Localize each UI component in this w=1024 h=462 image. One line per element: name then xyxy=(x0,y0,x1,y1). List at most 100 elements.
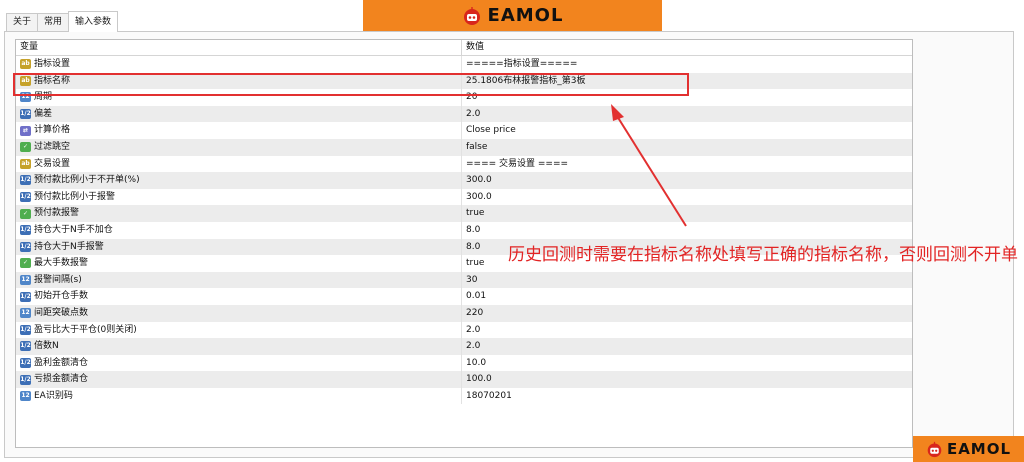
parameter-name: 持仓大于N手报警 xyxy=(34,241,104,252)
string-type-icon: ab xyxy=(20,59,31,70)
brand-watermark: EAMOL xyxy=(913,436,1024,462)
double-type-icon: 1/2 xyxy=(20,175,31,186)
brand-banner: EAMOL xyxy=(363,0,662,31)
parameter-value[interactable]: 300.0 xyxy=(462,189,912,206)
parameter-variable-cell: 12 EA识别码 xyxy=(16,387,462,405)
parameter-row[interactable]: 1/2 亏损金额清仓 100.0 xyxy=(16,371,912,388)
parameter-name: 预付款报警 xyxy=(34,208,80,219)
tab-bar: 关于 常用 输入参数 xyxy=(6,11,119,32)
parameter-row[interactable]: 1/2 持仓大于N手不加仓 8.0 xyxy=(16,221,912,239)
parameter-row[interactable]: 1/2 预付款比例小于报警 300.0 xyxy=(16,188,912,206)
parameter-name: 持仓大于N手不加仓 xyxy=(34,224,113,235)
parameter-variable-cell: 12 间距突破点数 xyxy=(16,304,462,322)
parameter-value[interactable]: true xyxy=(462,205,912,222)
annotation-text: 历史回测时需要在指标名称处填写正确的指标名称，否则回测不开单 xyxy=(508,245,1018,265)
highlight-box xyxy=(13,73,689,96)
parameter-row[interactable]: ✓ 预付款报警 true xyxy=(16,205,912,222)
enum-type-icon: ⇄ xyxy=(20,125,31,136)
parameter-row[interactable]: 1/2 盈亏比大于平仓(0则关闭) 2.0 xyxy=(16,321,912,339)
parameter-name: EA识别码 xyxy=(34,390,73,401)
double-type-icon: 1/2 xyxy=(20,225,31,236)
parameter-variable-cell: 1/2 盈利金额清仓 xyxy=(16,354,462,372)
parameter-name: 初始开仓手数 xyxy=(34,291,89,302)
parameter-value[interactable]: 0.01 xyxy=(462,288,912,305)
parameter-value[interactable]: 2.0 xyxy=(462,338,912,355)
brand-logo-text: EAMOL xyxy=(487,5,564,26)
parameter-value[interactable]: Close price xyxy=(462,122,912,139)
parameter-row[interactable]: ab 指标设置 =====指标设置===== xyxy=(16,56,912,73)
parameter-variable-cell: 1/2 偏差 xyxy=(16,105,462,123)
parameter-name: 计算价格 xyxy=(34,125,71,136)
parameter-variable-cell: 1/2 亏损金额清仓 xyxy=(16,371,462,388)
double-type-icon: 1/2 xyxy=(20,241,31,252)
tab-common[interactable]: 常用 xyxy=(37,13,70,31)
parameter-value[interactable]: 220 xyxy=(462,305,912,322)
tab-about[interactable]: 关于 xyxy=(6,13,39,31)
integer-type-icon: 12 xyxy=(20,275,31,286)
integer-type-icon: 12 xyxy=(20,308,31,319)
column-header-variable[interactable]: 变量 xyxy=(16,40,462,55)
parameter-row[interactable]: 1/2 预付款比例小于不开单(%) 300.0 xyxy=(16,172,912,189)
parameter-variable-cell: ab 交易设置 xyxy=(16,155,462,173)
parameter-value[interactable]: 30 xyxy=(462,272,912,289)
column-header-value[interactable]: 数值 xyxy=(462,40,912,55)
integer-type-icon: 12 xyxy=(20,391,31,402)
parameter-variable-cell: 1/2 持仓大于N手不加仓 xyxy=(16,221,462,239)
tab-inputs[interactable]: 输入参数 xyxy=(68,11,119,32)
parameter-value[interactable]: 2.0 xyxy=(462,106,912,123)
parameter-value[interactable]: 2.0 xyxy=(462,322,912,339)
double-type-icon: 1/2 xyxy=(20,341,31,352)
parameter-name: 亏损金额清仓 xyxy=(34,374,89,385)
parameter-row[interactable]: 12 EA识别码 18070201 xyxy=(16,387,912,405)
parameter-name: 指标设置 xyxy=(34,59,71,69)
robot-logo-icon xyxy=(926,441,943,458)
parameter-variable-cell: 12 报警间隔(s) xyxy=(16,271,462,289)
parameter-variable-cell: 1/2 倍数N xyxy=(16,338,462,355)
parameter-name: 间距突破点数 xyxy=(34,307,89,318)
parameter-variable-cell: ✓ 过滤跳空 xyxy=(16,138,462,156)
parameter-variable-cell: 1/2 持仓大于N手报警 xyxy=(16,238,462,256)
parameter-name: 偏差 xyxy=(34,108,53,119)
parameter-variable-cell: ✓ 预付款报警 xyxy=(16,205,462,222)
grid-header: 变量 数值 xyxy=(16,40,912,56)
parameter-row[interactable]: ✓ 过滤跳空 false xyxy=(16,138,912,156)
parameter-value[interactable]: 300.0 xyxy=(462,172,912,189)
bool-type-icon: ✓ xyxy=(20,258,31,269)
parameter-name: 最大手数报警 xyxy=(34,258,89,269)
parameter-rows: ab 指标设置 =====指标设置===== ab 指标名称 25.1806布林报警指标_… xyxy=(16,56,912,405)
parameter-value[interactable]: 10.0 xyxy=(462,355,912,372)
parameter-name: 预付款比例小于不开单(%) xyxy=(34,175,140,186)
parameter-value[interactable]: =====指标设置===== xyxy=(462,56,912,73)
robot-logo-icon xyxy=(462,6,482,26)
parameter-row[interactable]: 1/2 倍数N 2.0 xyxy=(16,338,912,355)
parameter-row[interactable]: 1/2 盈利金额清仓 10.0 xyxy=(16,354,912,372)
parameter-variable-cell: 1/2 盈亏比大于平仓(0则关闭) xyxy=(16,321,462,339)
double-type-icon: 1/2 xyxy=(20,192,31,203)
parameter-row[interactable]: ab 交易设置 ==== 交易设置 ==== xyxy=(16,155,912,173)
double-type-icon: 1/2 xyxy=(20,357,31,368)
parameter-name: 倍数N xyxy=(34,341,59,352)
parameter-variable-cell: 1/2 预付款比例小于不开单(%) xyxy=(16,172,462,189)
parameter-value[interactable]: 8.0 xyxy=(462,222,912,239)
parameter-row[interactable]: 1/2 偏差 2.0 xyxy=(16,105,912,123)
parameter-value[interactable]: ==== 交易设置 ==== xyxy=(462,156,912,173)
parameter-value[interactable]: 100.0 xyxy=(462,371,912,388)
parameter-variable-cell: 1/2 初始开仓手数 xyxy=(16,288,462,305)
bool-type-icon: ✓ xyxy=(20,208,31,219)
string-type-icon: ab xyxy=(20,158,31,169)
parameter-name: 过滤跳空 xyxy=(34,141,71,152)
parameter-variable-cell: ⇄ 计算价格 xyxy=(16,122,462,139)
parameter-name: 盈利金额清仓 xyxy=(34,357,89,368)
parameter-value[interactable]: false xyxy=(462,139,912,156)
double-type-icon: 1/2 xyxy=(20,109,31,120)
parameter-name: 交易设置 xyxy=(34,158,71,169)
parameter-variable-cell: ab 指标设置 xyxy=(16,56,462,73)
parameter-variable-cell: ✓ 最大手数报警 xyxy=(16,255,462,272)
parameter-row[interactable]: 1/2 初始开仓手数 0.01 xyxy=(16,288,912,305)
parameter-row[interactable]: 12 报警间隔(s) 30 xyxy=(16,271,912,289)
parameter-row[interactable]: ⇄ 计算价格 Close price xyxy=(16,122,912,139)
parameter-value[interactable]: 18070201 xyxy=(462,388,912,405)
parameter-row[interactable]: 12 间距突破点数 220 xyxy=(16,304,912,322)
bool-type-icon: ✓ xyxy=(20,142,31,153)
double-type-icon: 1/2 xyxy=(20,374,31,385)
